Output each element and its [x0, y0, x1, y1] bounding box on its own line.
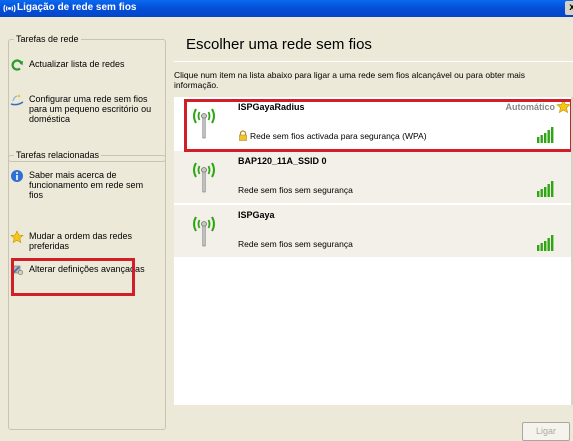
network-tasks-title: Tarefas de rede	[14, 34, 81, 44]
refresh-network-list-label: Actualizar lista de redes	[29, 59, 125, 69]
info-icon	[11, 170, 23, 182]
network-item-ispgaya[interactable]: ISPGaya Rede sem fios sem segurança	[174, 205, 573, 257]
highlight-box-advanced-settings	[11, 258, 135, 296]
setup-wireless-network-label: Configurar uma rede sem fios para um peq…	[29, 94, 152, 124]
main-pane: Escolher uma rede sem fios Clique num it…	[174, 17, 573, 441]
network-item-bap120[interactable]: BAP120_11A_SSID 0 Rede sem fios sem segu…	[174, 151, 573, 203]
learn-wireless-label: Saber mais acerca de funcionamento em re…	[29, 170, 144, 200]
network-status: Rede sem fios sem segurança	[238, 185, 353, 195]
close-icon: x	[569, 2, 573, 13]
signal-strength-icon	[537, 181, 554, 197]
signal-strength-icon	[537, 235, 554, 251]
network-name: ISPGaya	[238, 210, 275, 220]
wireless-antenna-icon	[193, 216, 215, 247]
heading-divider	[174, 61, 573, 62]
refresh-icon	[11, 59, 23, 71]
related-tasks-title: Tarefas relacionadas	[14, 150, 102, 160]
highlight-box-selected-network	[184, 99, 573, 152]
change-preferred-order-label: Mudar a ordem das redes preferidas	[29, 231, 133, 251]
network-list[interactable]: ISPGayaRadius Automático Rede sem fios a…	[174, 97, 573, 405]
network-status: Rede sem fios sem segurança	[238, 239, 353, 249]
window-title: Ligação de rede sem fios	[17, 2, 137, 13]
title-bar[interactable]: Ligação de rede sem fios x	[0, 0, 573, 17]
star-icon	[10, 230, 24, 244]
task-pane: Tarefas de rede Actualizar lista de rede…	[0, 17, 174, 434]
connect-button[interactable]: Ligar	[522, 422, 570, 441]
instruction-text: Clique num item na lista abaixo para lig…	[174, 70, 526, 90]
page-title: Escolher uma rede sem fios	[186, 36, 372, 53]
close-button[interactable]: x	[565, 1, 573, 15]
wireless-antenna-icon	[193, 162, 215, 193]
network-name: BAP120_11A_SSID 0	[238, 156, 327, 166]
wireless-network-icon	[3, 4, 16, 13]
wizard-icon	[10, 94, 24, 106]
